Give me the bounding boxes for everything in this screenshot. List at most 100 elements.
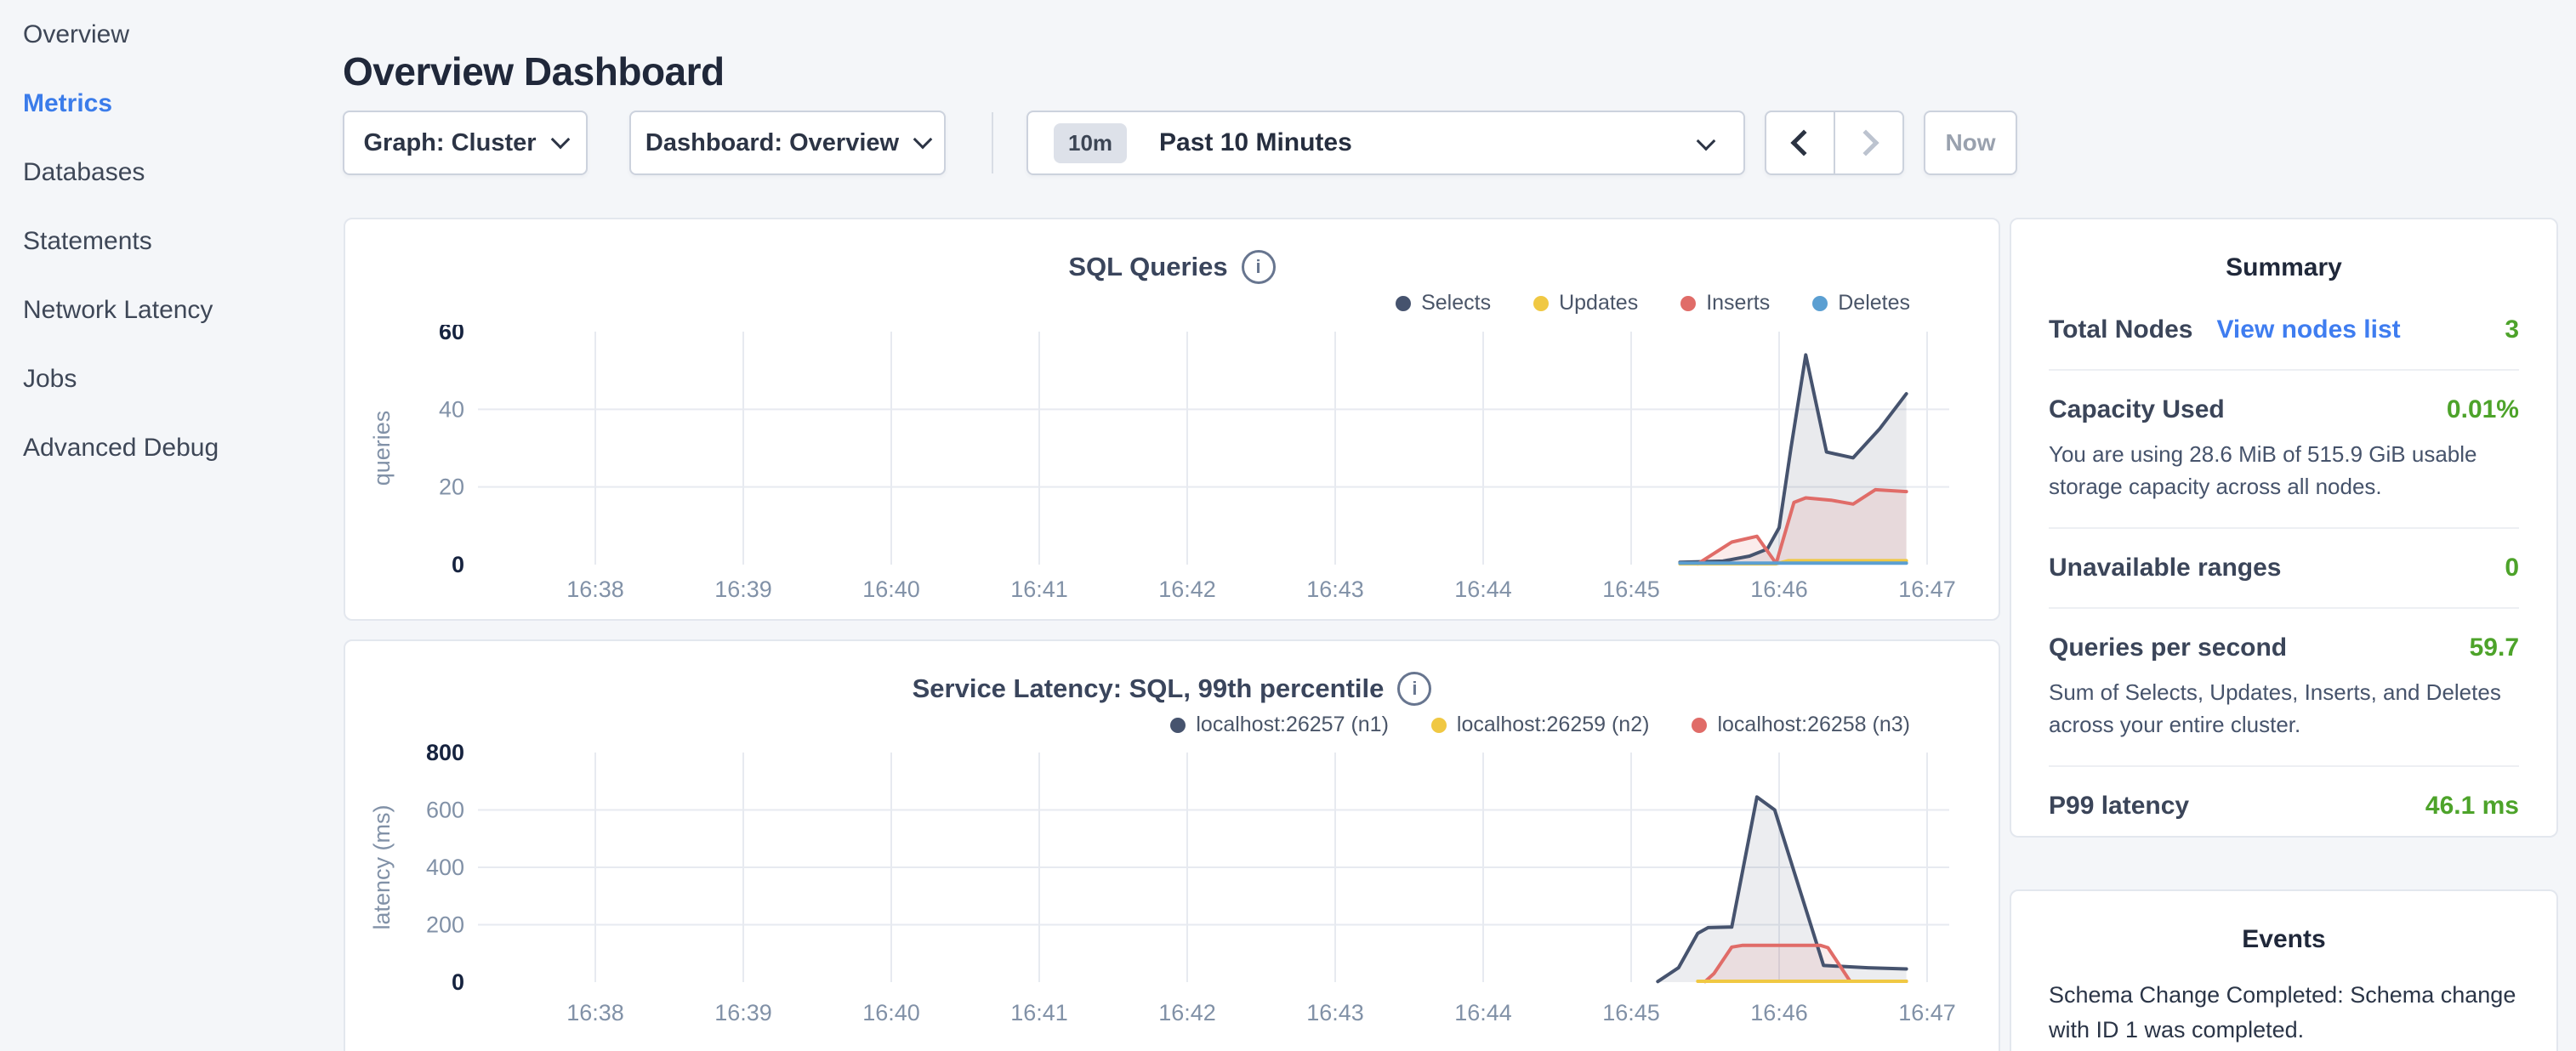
legend-dot — [1170, 718, 1186, 733]
chevron-right-icon — [1852, 129, 1879, 156]
summary-row-value: 3 — [2505, 315, 2519, 344]
summary-row-description: You are using 28.6 MiB of 515.9 GiB usab… — [2049, 438, 2519, 503]
chevron-down-icon — [550, 130, 570, 150]
time-range-badge: 10m — [1054, 123, 1127, 163]
info-icon[interactable]: i — [1242, 250, 1276, 284]
chevron-down-icon — [1697, 132, 1716, 151]
legend-label: Selects — [1421, 291, 1491, 315]
legend-label: localhost:26259 (n2) — [1457, 713, 1650, 737]
chart-title: Service Latency: SQL, 99th percentile — [913, 673, 1385, 704]
svg-text:16:47: 16:47 — [1898, 577, 1956, 602]
legend-item: Deletes — [1812, 291, 1910, 315]
sidebar-item-statements[interactable]: Statements — [23, 227, 340, 255]
svg-text:16:43: 16:43 — [1306, 1000, 1364, 1025]
summary-row-total-nodes: Total Nodes View nodes list 3 — [2049, 291, 2519, 369]
summary-row-label: P99 latency — [2049, 792, 2189, 821]
svg-text:16:45: 16:45 — [1602, 1000, 1660, 1025]
legend-dot — [1396, 296, 1411, 311]
page-title: Overview Dashboard — [343, 48, 725, 94]
sidebar-item-jobs[interactable]: Jobs — [23, 365, 340, 393]
summary-row-label: Total Nodes — [2049, 315, 2192, 344]
svg-text:0: 0 — [452, 552, 464, 577]
legend-label: Updates — [1559, 291, 1638, 315]
view-nodes-list-link[interactable]: View nodes list — [2216, 315, 2400, 344]
service-latency-chart-card: Service Latency: SQL, 99th percentile i … — [344, 639, 2000, 1051]
sql-queries-chart[interactable]: 16:3816:3916:4016:4116:4216:4316:4416:45… — [345, 325, 2002, 618]
chevron-down-icon — [913, 130, 933, 150]
summary-row-description: Sum of Selects, Updates, Inserts, and De… — [2049, 676, 2519, 741]
sidebar: Overview Metrics Databases Statements Ne… — [0, 0, 340, 503]
svg-text:16:40: 16:40 — [862, 577, 920, 602]
time-range-dropdown[interactable]: 10m Past 10 Minutes — [1026, 111, 1745, 175]
dashboard-dropdown[interactable]: Dashboard: Overview — [629, 111, 946, 175]
sidebar-item-network-latency[interactable]: Network Latency — [23, 296, 340, 324]
sidebar-item-advanced-debug[interactable]: Advanced Debug — [23, 434, 340, 462]
now-button[interactable]: Now — [1924, 111, 2017, 175]
sidebar-item-databases[interactable]: Databases — [23, 158, 340, 186]
controls-divider — [992, 112, 993, 173]
svg-text:16:47: 16:47 — [1898, 1000, 1956, 1025]
sidebar-item-overview[interactable]: Overview — [23, 20, 340, 48]
summary-title: Summary — [2049, 253, 2519, 282]
chart-title-row: SQL Queries i — [345, 250, 1999, 284]
chart-legend: Selects Updates Inserts Deletes — [1396, 291, 1910, 315]
time-step-button-group — [1765, 111, 1904, 175]
chevron-left-icon — [1790, 129, 1817, 156]
events-title: Events — [2049, 925, 2519, 954]
summary-row-capacity-used: Capacity Used 0.01% You are using 28.6 M… — [2049, 369, 2519, 527]
summary-row-unavailable-ranges: Unavailable ranges 0 — [2049, 527, 2519, 607]
legend-item: Selects — [1396, 291, 1491, 315]
summary-row-p99-latency: P99 latency 46.1 ms — [2049, 765, 2519, 845]
svg-text:16:44: 16:44 — [1454, 577, 1512, 602]
time-step-back-button[interactable] — [1766, 112, 1835, 173]
svg-text:16:38: 16:38 — [566, 577, 624, 602]
legend-dot — [1680, 296, 1696, 311]
svg-text:16:45: 16:45 — [1602, 577, 1660, 602]
svg-text:16:39: 16:39 — [714, 1000, 772, 1025]
svg-text:queries: queries — [369, 411, 395, 486]
summary-panel: Summary Total Nodes View nodes list 3 Ca… — [2010, 218, 2558, 838]
chart-title-row: Service Latency: SQL, 99th percentile i — [345, 672, 1999, 706]
time-range-label: Past 10 Minutes — [1159, 128, 1352, 157]
summary-row-label: Capacity Used — [2049, 395, 2225, 424]
svg-text:40: 40 — [439, 396, 464, 422]
legend-label: Deletes — [1838, 291, 1910, 315]
svg-text:16:38: 16:38 — [566, 1000, 624, 1025]
legend-item: localhost:26258 (n3) — [1692, 713, 1910, 737]
dashboard-dropdown-label: Dashboard: Overview — [645, 129, 899, 157]
svg-text:400: 400 — [426, 855, 464, 880]
svg-text:200: 200 — [426, 912, 464, 938]
svg-text:16:41: 16:41 — [1010, 577, 1068, 602]
events-panel: Events Schema Change Completed: Schema c… — [2010, 889, 2558, 1051]
summary-row-value: 59.7 — [2470, 633, 2519, 662]
summary-row-queries-per-second: Queries per second 59.7 Sum of Selects, … — [2049, 607, 2519, 765]
svg-text:16:44: 16:44 — [1454, 1000, 1512, 1025]
summary-row-value: 0.01% — [2447, 395, 2519, 424]
sql-queries-chart-card: SQL Queries i Selects Updates Inserts Delet… — [344, 218, 2000, 621]
summary-row-label: Queries per second — [2049, 633, 2287, 662]
svg-text:16:42: 16:42 — [1158, 577, 1216, 602]
svg-text:800: 800 — [426, 740, 464, 765]
legend-item: Inserts — [1680, 291, 1770, 315]
time-step-forward-button[interactable] — [1835, 112, 1902, 173]
sidebar-item-metrics[interactable]: Metrics — [23, 89, 340, 117]
svg-text:16:39: 16:39 — [714, 577, 772, 602]
legend-item: Updates — [1533, 291, 1638, 315]
service-latency-chart[interactable]: 16:3816:3916:4016:4116:4216:4316:4416:45… — [345, 740, 2002, 1051]
legend-label: Inserts — [1706, 291, 1770, 315]
info-icon[interactable]: i — [1397, 672, 1431, 706]
graph-scope-dropdown[interactable]: Graph: Cluster — [343, 111, 588, 175]
legend-label: localhost:26257 (n1) — [1196, 713, 1389, 737]
summary-row-value: 46.1 ms — [2425, 792, 2519, 821]
svg-text:16:46: 16:46 — [1750, 577, 1808, 602]
chart-legend: localhost:26257 (n1) localhost:26259 (n2)… — [1170, 713, 1910, 737]
legend-dot — [1812, 296, 1828, 311]
svg-text:16:42: 16:42 — [1158, 1000, 1216, 1025]
legend-item: localhost:26257 (n1) — [1170, 713, 1389, 737]
legend-dot — [1533, 296, 1549, 311]
overview-dashboard-page: Overview Metrics Databases Statements Ne… — [0, 0, 2576, 1051]
legend-dot — [1431, 718, 1447, 733]
svg-text:20: 20 — [439, 474, 464, 500]
event-item-text[interactable]: Schema Change Completed: Schema change w… — [2049, 978, 2519, 1048]
legend-label: localhost:26258 (n3) — [1717, 713, 1910, 737]
